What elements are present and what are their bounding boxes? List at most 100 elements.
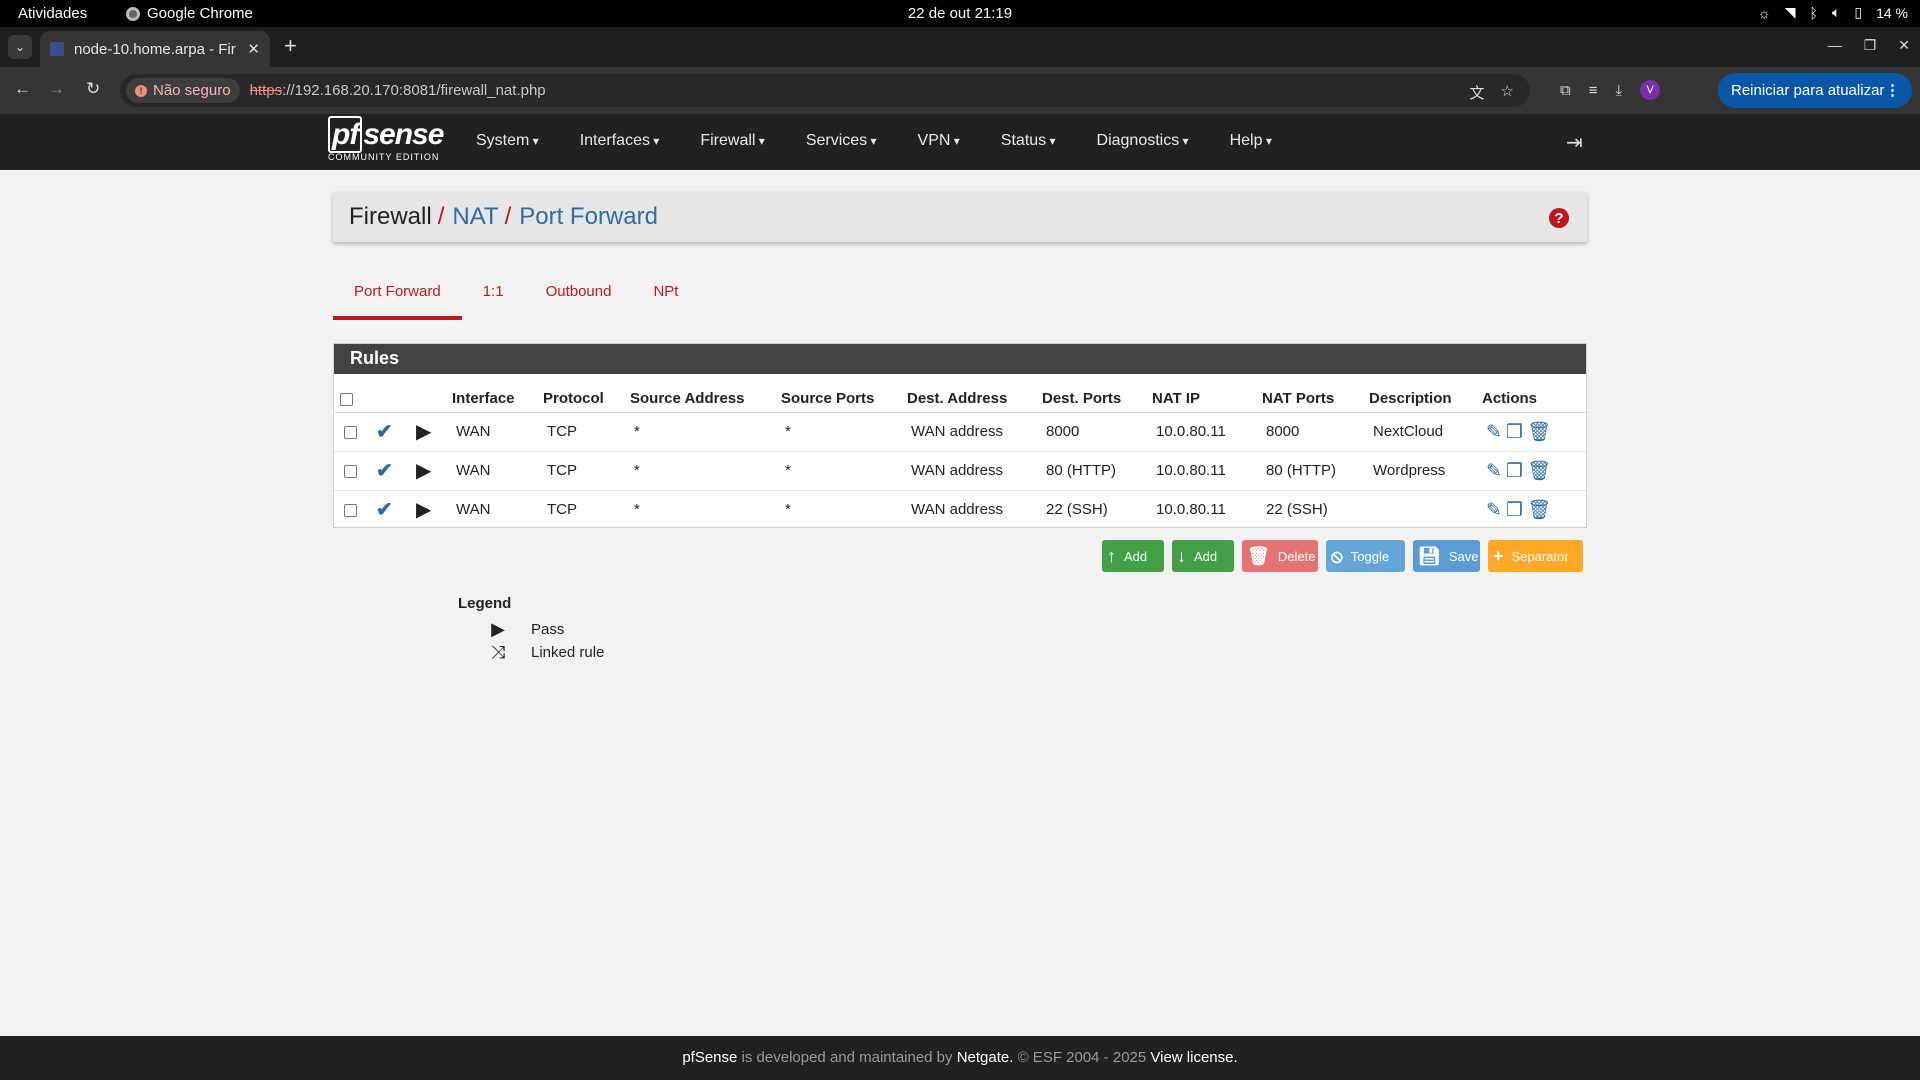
- save-icon: 💾︎: [1418, 545, 1441, 566]
- copy-icon[interactable]: ❐: [1506, 460, 1523, 483]
- col-nat-ip[interactable]: NAT IP: [1146, 374, 1256, 413]
- clock[interactable]: 22 de out 21:19: [0, 5, 1920, 22]
- edit-pencil-icon[interactable]: ✎: [1486, 421, 1502, 444]
- footer-text-1: is developed and maintained by: [737, 1049, 957, 1066]
- menu-firewall[interactable]: Firewall: [700, 132, 764, 150]
- legend-pass: ▶ Pass: [458, 618, 604, 641]
- battery-level: 14 %: [1876, 4, 1908, 21]
- forward-icon[interactable]: →: [48, 79, 65, 99]
- back-icon[interactable]: ←: [14, 79, 31, 99]
- reload-icon[interactable]: ↻: [86, 79, 100, 99]
- toggle-button[interactable]: ⦸ Toggle: [1326, 540, 1405, 572]
- col-dest-address[interactable]: Dest. Address: [901, 374, 1036, 413]
- menu-vpn[interactable]: VPN: [918, 132, 960, 150]
- menu-help[interactable]: Help: [1230, 132, 1272, 150]
- cell-nat-ports: 8000: [1256, 412, 1363, 452]
- add-bottom-button[interactable]: ↓ Add: [1172, 540, 1234, 572]
- pfsense-logo[interactable]: pf sense COMMUNITY EDITION: [328, 116, 444, 162]
- table-row[interactable]: ✔ ▶ WAN TCP * * WAN address 8000 10.0.80…: [334, 412, 1588, 452]
- copy-icon[interactable]: ❐: [1506, 499, 1523, 522]
- activities-button[interactable]: Atividades: [18, 5, 87, 22]
- row-checkbox[interactable]: [344, 503, 357, 517]
- translate-icon[interactable]: 文: [1470, 82, 1485, 103]
- col-description[interactable]: Description: [1363, 374, 1476, 413]
- row-checkbox[interactable]: [344, 425, 357, 439]
- cell-source-address: *: [624, 412, 775, 452]
- col-protocol[interactable]: Protocol: [537, 374, 624, 413]
- footer-brand[interactable]: pfSense: [682, 1049, 737, 1066]
- cell-interface: WAN: [446, 412, 537, 452]
- wifi-icon: ◥: [1784, 4, 1796, 20]
- url-scheme: https: [249, 82, 283, 99]
- download-icon[interactable]: ⤓: [1615, 82, 1622, 99]
- table-row[interactable]: ✔ ▶ WAN TCP * * WAN address 22 (SSH) 10.…: [334, 490, 1588, 529]
- tab-search-button[interactable]: ⌄: [8, 35, 32, 59]
- col-source-address[interactable]: Source Address: [624, 374, 775, 413]
- browser-tab[interactable]: node-10.home.arpa - Fir ✕: [40, 31, 270, 67]
- profile-avatar[interactable]: V: [1640, 80, 1661, 100]
- trash-icon[interactable]: 🗑︎: [1527, 420, 1551, 444]
- more-menu-icon[interactable]: ⋮: [1885, 81, 1900, 99]
- cell-actions: ✎ ❐ 🗑︎: [1476, 490, 1588, 529]
- url-rest: ://192.168.20.170:8081/firewall_nat.php: [282, 82, 546, 99]
- url-text[interactable]: https://192.168.20.170:8081/firewall_nat…: [250, 82, 546, 99]
- close-window-icon[interactable]: ✕: [1898, 37, 1910, 54]
- col-actions: Actions: [1476, 374, 1588, 413]
- col-dest-ports[interactable]: Dest. Ports: [1036, 374, 1146, 413]
- media-control-icon[interactable]: ≡: [1589, 82, 1598, 99]
- update-button[interactable]: Reiniciar para atualizar ⋮: [1718, 73, 1912, 108]
- col-interface[interactable]: Interface: [446, 374, 537, 413]
- security-label: Não seguro: [153, 82, 231, 99]
- system-tray[interactable]: ☼ ◥ ᛒ 🔈︎ ▯ 14 %: [1758, 4, 1908, 21]
- extensions-icon[interactable]: ⧉: [1560, 82, 1571, 99]
- delete-button[interactable]: 🗑︎ Delete: [1242, 540, 1318, 572]
- cell-dest-ports: 22 (SSH): [1046, 501, 1108, 519]
- separator-button[interactable]: + Separator: [1488, 540, 1583, 572]
- menu-interfaces[interactable]: Interfaces: [580, 132, 660, 150]
- enabled-check-icon[interactable]: ✔: [376, 421, 393, 443]
- tab-npt[interactable]: NPt: [632, 280, 699, 320]
- help-icon[interactable]: ?: [1549, 208, 1569, 228]
- pass-icon: ▶: [416, 421, 432, 443]
- footer-license-link[interactable]: View license.: [1150, 1049, 1237, 1066]
- row-checkbox[interactable]: [344, 464, 357, 478]
- cell-dest-ports: 80 (HTTP): [1036, 451, 1146, 491]
- cell-protocol: TCP: [537, 412, 624, 452]
- bookmark-star-icon[interactable]: ☆: [1501, 82, 1514, 103]
- close-icon[interactable]: ✕: [247, 40, 260, 58]
- enabled-check-icon[interactable]: ✔: [376, 460, 393, 482]
- menu-status[interactable]: Status: [1001, 132, 1056, 150]
- menu-diagnostics[interactable]: Diagnostics: [1097, 132, 1189, 150]
- copy-icon[interactable]: ❐: [1506, 421, 1523, 444]
- security-chip[interactable]: ! Não seguro: [126, 78, 240, 103]
- add-top-button[interactable]: ↑ Add: [1102, 540, 1164, 572]
- app-menu[interactable]: Google Chrome: [126, 5, 253, 22]
- breadcrumb-port-forward[interactable]: Port Forward: [519, 203, 658, 231]
- col-source-ports[interactable]: Source Ports: [775, 374, 901, 413]
- menu-system[interactable]: System: [476, 132, 539, 150]
- footer-company[interactable]: Netgate.: [957, 1049, 1014, 1066]
- cell-interface: WAN: [456, 501, 491, 519]
- address-bar[interactable]: ! Não seguro https://192.168.20.170:8081…: [120, 74, 1530, 107]
- minimize-icon[interactable]: —: [1828, 37, 1842, 54]
- enabled-check-icon[interactable]: ✔: [376, 499, 393, 521]
- table-row[interactable]: ✔ ▶ WAN TCP * * WAN address 80 (HTTP) 10…: [334, 451, 1588, 491]
- tab-outbound[interactable]: Outbound: [525, 280, 633, 320]
- tab-one-to-one[interactable]: 1:1: [462, 280, 525, 320]
- breadcrumb-nat[interactable]: NAT: [452, 203, 498, 231]
- edit-pencil-icon[interactable]: ✎: [1486, 499, 1502, 522]
- tab-strip: ⌄ node-10.home.arpa - Fir ✕ + — ❐ ✕: [0, 27, 1920, 67]
- new-tab-button[interactable]: +: [284, 35, 297, 57]
- select-all-checkbox[interactable]: [340, 392, 353, 406]
- logout-icon[interactable]: ⇥: [1566, 130, 1583, 155]
- trash-icon[interactable]: 🗑︎: [1527, 459, 1551, 483]
- arrow-down-icon: ↓: [1177, 545, 1186, 566]
- col-nat-ports[interactable]: NAT Ports: [1256, 374, 1363, 413]
- edit-pencil-icon[interactable]: ✎: [1486, 460, 1502, 483]
- tab-port-forward[interactable]: Port Forward: [333, 280, 462, 320]
- restore-icon[interactable]: ❐: [1864, 37, 1877, 54]
- save-button[interactable]: 💾︎ Save: [1413, 540, 1480, 572]
- trash-icon[interactable]: 🗑︎: [1527, 498, 1551, 522]
- cell-source-address: *: [624, 451, 775, 491]
- menu-services[interactable]: Services: [806, 132, 877, 150]
